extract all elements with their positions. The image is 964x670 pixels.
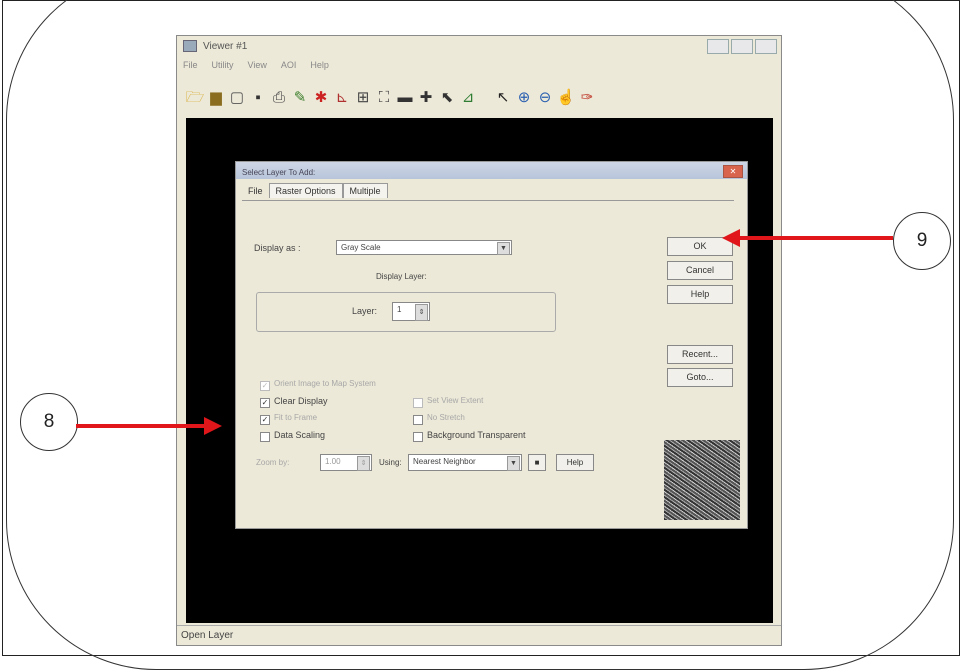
status-bar: Open Layer bbox=[177, 625, 781, 645]
measure-icon[interactable]: ⊾ bbox=[334, 90, 350, 106]
zoom-value: 1.00 bbox=[325, 457, 341, 466]
data-scaling-checkbox[interactable] bbox=[260, 432, 270, 442]
info-icon[interactable]: ✱ bbox=[313, 90, 329, 106]
toolbar: 🗁 ▆ ▢ ▪ ⎙ ✎ ✱ ⊾ ⊞ ⛶ ▬ ✚ ⬉ ⊿ ↖ ⊕ ⊖ ☝ ✑ bbox=[186, 90, 595, 106]
menu-bar: File Utility View AOI Help bbox=[177, 60, 329, 76]
viewer-canvas[interactable]: Select Layer To Add: ✕ File Raster Optio… bbox=[186, 118, 773, 623]
display-as-label: Display as : bbox=[254, 243, 301, 253]
window-controls bbox=[707, 39, 777, 54]
goto-button[interactable]: Goto... bbox=[667, 368, 733, 387]
set-view-extent-label: Set View Extent bbox=[427, 396, 484, 405]
open-folder-icon[interactable]: ▆ bbox=[208, 90, 224, 106]
display-layer-group: Layer: 1 ⇕ bbox=[256, 292, 556, 332]
using-label: Using: bbox=[379, 458, 402, 467]
data-scaling-label: Data Scaling bbox=[274, 430, 326, 440]
minimize-button[interactable] bbox=[707, 39, 729, 54]
step-8-arrow-shaft bbox=[76, 424, 204, 428]
chevron-down-icon: ▼ bbox=[507, 456, 520, 471]
tool-icon[interactable]: ⬉ bbox=[439, 90, 455, 106]
recent-button[interactable]: Recent... bbox=[667, 345, 733, 364]
raster-preview-thumbnail bbox=[664, 440, 740, 520]
clear-display-checkbox[interactable]: ✓ bbox=[260, 398, 270, 408]
orient-map-checkbox[interactable]: ✓ bbox=[260, 381, 270, 391]
viewer-app-icon bbox=[183, 40, 197, 52]
tab-file[interactable]: File bbox=[242, 184, 269, 198]
menu-file[interactable]: File bbox=[183, 60, 198, 76]
no-stretch-checkbox[interactable] bbox=[413, 415, 423, 425]
resample-select[interactable]: Nearest Neighbor ▼ bbox=[408, 454, 522, 471]
maximize-button[interactable] bbox=[731, 39, 753, 54]
help-button[interactable]: Help bbox=[667, 285, 733, 304]
resample-help-button[interactable]: Help bbox=[556, 454, 594, 471]
spinner-arrows-icon[interactable]: ⇕ bbox=[415, 304, 428, 321]
zoom-out-icon[interactable]: ⊖ bbox=[537, 90, 553, 106]
close-button[interactable] bbox=[755, 39, 777, 54]
display-layer-label: Display Layer: bbox=[376, 272, 427, 281]
resample-options-button[interactable]: ■ bbox=[528, 454, 546, 471]
viewer-window: Viewer #1 File Utility View AOI Help 🗁 ▆ ▢… bbox=[176, 35, 782, 646]
clear-display-label: Clear Display bbox=[274, 396, 328, 406]
zoom-in-icon[interactable]: ⊕ bbox=[516, 90, 532, 106]
menu-view[interactable]: View bbox=[248, 60, 267, 76]
tab-divider bbox=[242, 200, 734, 201]
tab-raster-options[interactable]: Raster Options bbox=[268, 183, 343, 198]
layer-value: 1 bbox=[397, 305, 402, 314]
save-icon[interactable]: ▪ bbox=[250, 90, 266, 106]
new-icon[interactable]: ▢ bbox=[229, 90, 245, 106]
step-9-arrow-head-icon bbox=[722, 229, 740, 247]
no-stretch-label: No Stretch bbox=[427, 413, 465, 422]
select-arrow-icon[interactable]: ↖ bbox=[495, 90, 511, 106]
line-icon[interactable]: ▬ bbox=[397, 90, 413, 106]
menu-aoi[interactable]: AOI bbox=[281, 60, 297, 76]
layer-spinner[interactable]: 1 ⇕ bbox=[392, 302, 430, 321]
menu-help[interactable]: Help bbox=[310, 60, 329, 76]
open-layer-icon[interactable]: 🗁 bbox=[186, 90, 205, 106]
pin-icon[interactable]: ✑ bbox=[579, 90, 595, 106]
dialog-title-bar: Select Layer To Add: ✕ bbox=[236, 162, 747, 179]
title-bar: Viewer #1 bbox=[177, 36, 781, 56]
fit-to-frame-label: Fit to Frame bbox=[274, 413, 318, 422]
cancel-button[interactable]: Cancel bbox=[667, 261, 733, 280]
fit-to-frame-checkbox[interactable]: ✓ bbox=[260, 415, 270, 425]
step-8-callout: 8 bbox=[20, 393, 78, 451]
pan-hand-icon[interactable]: ☝ bbox=[557, 90, 576, 106]
crosshair-icon[interactable]: ✚ bbox=[418, 90, 434, 106]
layer-label: Layer: bbox=[352, 306, 378, 316]
menu-utility[interactable]: Utility bbox=[212, 60, 234, 76]
print-icon[interactable]: ⎙ bbox=[271, 90, 287, 106]
dialog-title: Select Layer To Add: bbox=[242, 168, 316, 177]
chevron-down-icon: ▼ bbox=[497, 242, 510, 255]
fit-icon[interactable]: ⛶ bbox=[376, 90, 392, 106]
step-9-arrow-shaft bbox=[740, 236, 893, 240]
step-8-arrow-head-icon bbox=[204, 417, 222, 435]
grid-icon[interactable]: ⊞ bbox=[355, 90, 371, 106]
set-view-extent-checkbox[interactable] bbox=[413, 398, 423, 408]
dialog-tabs: File Raster Options Multiple bbox=[242, 183, 388, 198]
zoom-spinner[interactable]: 1.00 ⇕ bbox=[320, 454, 372, 471]
background-transparent-checkbox[interactable] bbox=[413, 432, 423, 442]
orient-map-label: Orient Image to Map System bbox=[274, 379, 376, 388]
tab-multiple[interactable]: Multiple bbox=[342, 183, 388, 198]
display-as-value: Gray Scale bbox=[341, 243, 381, 252]
background-transparent-label: Background Transparent bbox=[427, 430, 526, 440]
step-9-callout: 9 bbox=[893, 212, 951, 270]
brush-icon[interactable]: ✎ bbox=[292, 90, 308, 106]
dialog-close-icon[interactable]: ✕ bbox=[723, 165, 743, 178]
resample-value: Nearest Neighbor bbox=[413, 457, 476, 466]
zoom-by-label: Zoom by: bbox=[256, 458, 290, 467]
zoom-arrows-icon[interactable]: ⇕ bbox=[357, 456, 370, 471]
select-layer-dialog: Select Layer To Add: ✕ File Raster Optio… bbox=[235, 161, 748, 529]
chart-icon[interactable]: ⊿ bbox=[460, 90, 476, 106]
display-as-select[interactable]: Gray Scale ▼ bbox=[336, 240, 512, 255]
window-title: Viewer #1 bbox=[203, 40, 248, 52]
